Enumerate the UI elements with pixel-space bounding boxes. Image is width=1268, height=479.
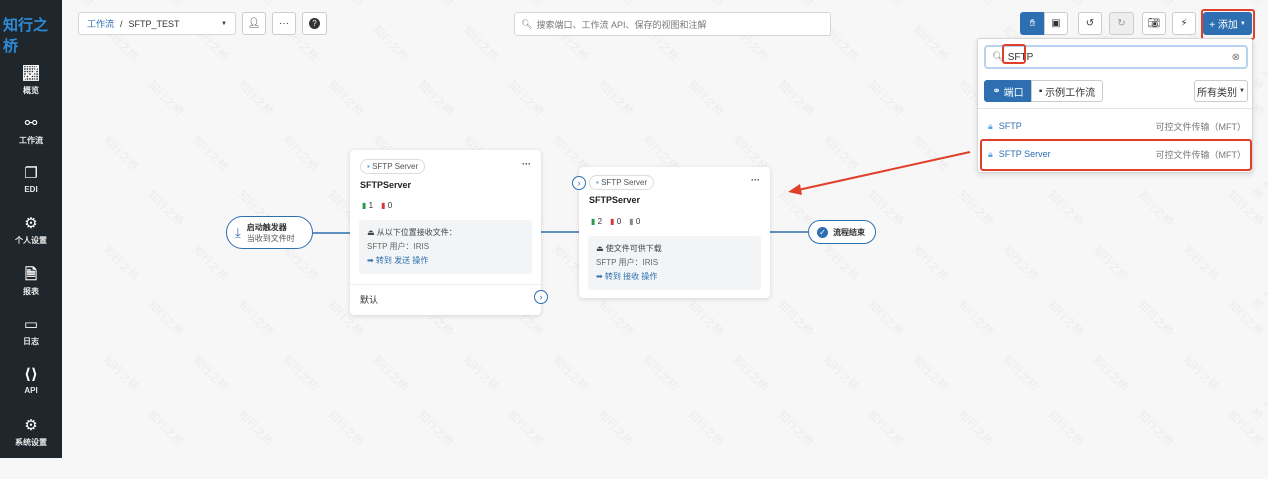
check-circle-icon: ✓ bbox=[817, 226, 828, 238]
upload-icon: ⏏ bbox=[596, 244, 604, 253]
node-info: ⏏ 使文件可供下载 SFTP 用户：IRIS ➡ 转到 接收 操作 bbox=[588, 236, 761, 290]
node-name: SFTPServer bbox=[589, 195, 641, 205]
success-count: ▮ 1 bbox=[362, 201, 374, 210]
success-count: ▮ 2 bbox=[591, 217, 603, 226]
goto-send-link[interactable]: ➡ 转到 发送 操作 bbox=[367, 254, 524, 268]
pending-count: ▮ 0 bbox=[629, 217, 641, 226]
file-error-icon: ▮ bbox=[381, 201, 386, 210]
annotation-arrow bbox=[797, 151, 971, 191]
trigger-title: 启动触发器 bbox=[246, 222, 287, 232]
download-icon: ⤓ bbox=[235, 224, 241, 240]
node-card-1[interactable]: ▪ SFTP Server ··· SFTPServer ▮ 1 ▮ 0 ⏏ 从以… bbox=[350, 150, 548, 315]
node-type-chip: ▪ SFTP Server bbox=[360, 159, 426, 174]
node-name: SFTPServer bbox=[360, 180, 412, 190]
trigger-subtitle: 当收到文件时 bbox=[246, 233, 295, 243]
trigger-node[interactable]: ⤓ 启动触发器 当收到文件时 bbox=[226, 216, 313, 249]
node-detail: SFTP 用户：IRIS bbox=[367, 242, 430, 251]
node-action: 使文件可供下载 bbox=[605, 244, 662, 253]
file-success-icon: ▮ bbox=[362, 201, 367, 210]
node-action: 从以下位置接收文件： bbox=[376, 228, 457, 237]
end-label: 流程结束 bbox=[833, 227, 865, 237]
goto-receive-link[interactable]: ➡ 转到 接收 操作 bbox=[596, 270, 753, 284]
error-count: ▮ 0 bbox=[610, 217, 622, 226]
file-pending-icon: ▮ bbox=[629, 217, 634, 226]
node-card-2[interactable]: › ▪ SFTP Server ··· SFTPServer ▮ 2 ▮ 0 ▮ 0… bbox=[572, 167, 770, 298]
node-menu-icon[interactable]: ··· bbox=[751, 175, 760, 185]
node-detail: SFTP 用户：IRIS bbox=[596, 258, 659, 267]
end-node[interactable]: ✓ 流程结束 bbox=[808, 220, 876, 244]
sftp-server-icon: ▪ bbox=[367, 162, 370, 171]
node-type: SFTP Server bbox=[372, 162, 419, 171]
inbox-icon: ⏏ bbox=[367, 228, 375, 237]
output-port-chevron-icon[interactable]: › bbox=[534, 290, 548, 304]
sftp-server-icon: ▪ bbox=[596, 178, 599, 187]
annotation-arrowhead bbox=[788, 184, 802, 195]
input-port-chevron-icon[interactable]: › bbox=[572, 176, 586, 190]
node-type-chip: ▪ SFTP Server bbox=[589, 175, 655, 190]
file-success-icon: ▮ bbox=[591, 217, 596, 226]
file-error-icon: ▮ bbox=[610, 217, 615, 226]
node-menu-icon[interactable]: ··· bbox=[522, 159, 531, 169]
node-type: SFTP Server bbox=[601, 178, 648, 187]
error-count: ▮ 0 bbox=[381, 201, 393, 210]
output-default-label: 默认 bbox=[360, 295, 379, 305]
node-info: ⏏ 从以下位置接收文件： SFTP 用户：IRIS ➡ 转到 发送 操作 bbox=[359, 220, 532, 274]
